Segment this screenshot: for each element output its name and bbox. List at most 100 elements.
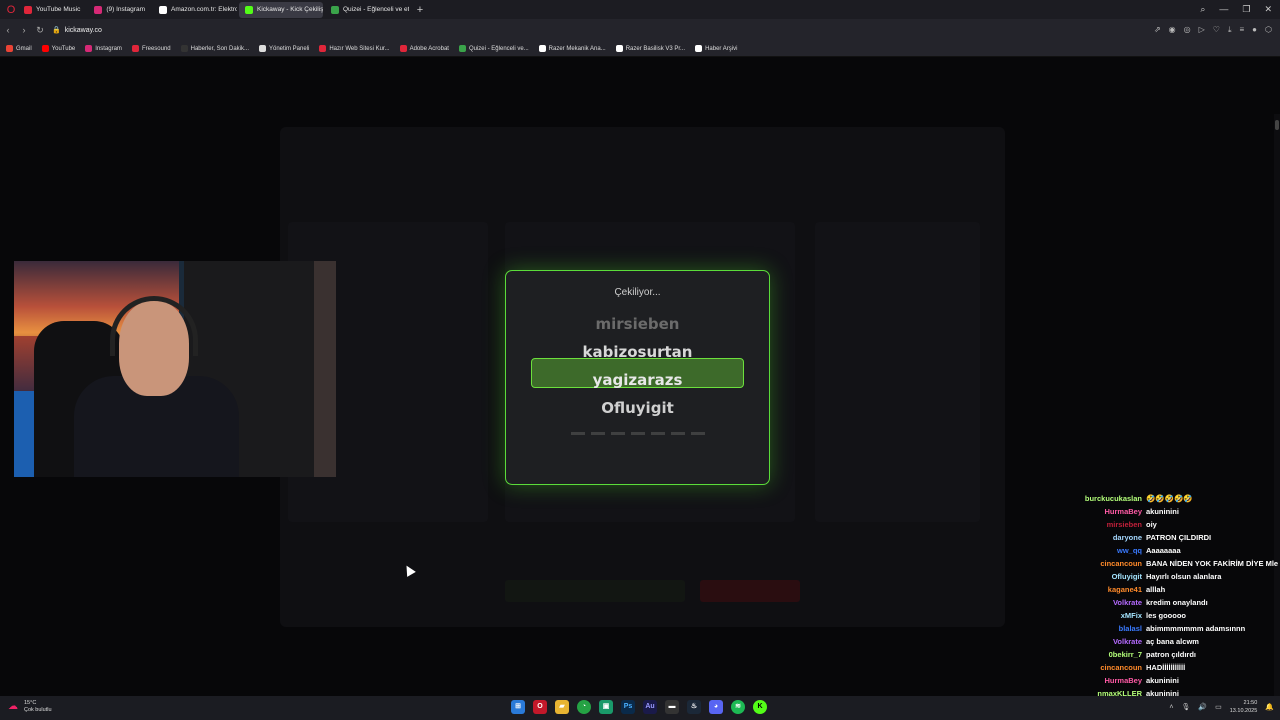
- chat-username: ww_qq: [1116, 546, 1142, 555]
- play-icon[interactable]: ▷: [1199, 25, 1205, 35]
- chevron-up-icon[interactable]: ˄: [1169, 704, 1173, 711]
- tab-label: Amazon.com.tr: Elektronik...: [170, 6, 237, 13]
- audition-icon[interactable]: Au: [643, 700, 657, 714]
- bookmark-favicon-icon: [6, 45, 13, 52]
- bookmark-item[interactable]: Yönetim Paneli: [258, 45, 310, 52]
- profile-icon[interactable]: ●: [1252, 25, 1257, 35]
- chat-text: akuninini: [1146, 507, 1179, 516]
- bookmark-item[interactable]: Haber Arşivi: [695, 45, 737, 52]
- photoshop-icon[interactable]: Ps: [621, 700, 635, 714]
- bookmark-item[interactable]: Razer Basilisk V3 Pr...: [615, 45, 686, 52]
- chat-message: cincancoun HADİİİİİİİİİİİ: [1072, 661, 1280, 674]
- chat-username: Volkrate: [1112, 637, 1142, 646]
- dimmed-reset-button: [700, 580, 800, 602]
- draw-name-selected: yagizarazs: [592, 371, 683, 389]
- weather-icon: ☁: [8, 701, 18, 712]
- bookmark-item[interactable]: Quizei - Eğlenceli ve...: [458, 45, 529, 52]
- bookmark-item[interactable]: YouTube: [41, 45, 75, 52]
- browser-tab[interactable]: Kickaway - Kick Çekiliş Ar...: [238, 1, 323, 18]
- chat-text: PATRON ÇILDIRDI: [1146, 533, 1212, 542]
- new-tab-icon[interactable]: +: [413, 3, 427, 17]
- chat-username: HurmaBey: [1104, 507, 1142, 516]
- bookmark-item[interactable]: Instagram: [85, 45, 122, 52]
- minimize-icon[interactable]: —: [1219, 4, 1228, 15]
- chat-username: blalasl: [1118, 624, 1142, 633]
- app-green-icon[interactable]: ▣: [599, 700, 613, 714]
- draw-name: mirsieben: [595, 315, 680, 333]
- browser-tab[interactable]: (9) Instagram: [88, 2, 151, 18]
- browser-tab[interactable]: YouTube Music: [18, 2, 86, 18]
- bookmark-item[interactable]: Gmail: [6, 45, 32, 52]
- weather-widget[interactable]: ☁ 15°C Çok bulutlu: [8, 700, 52, 714]
- bookmark-favicon-icon: [319, 45, 327, 52]
- menu-icon[interactable]: ≡: [1240, 25, 1245, 35]
- chat-message: daryone PATRON ÇILDIRDI: [1072, 531, 1280, 544]
- network-icon[interactable]: ▭: [1215, 703, 1222, 711]
- reload-icon[interactable]: ↻: [32, 25, 48, 36]
- chat-text: les gooooo: [1146, 611, 1186, 620]
- bookmark-label: Yönetim Paneli: [268, 45, 310, 52]
- back-icon[interactable]: ‹: [0, 25, 16, 35]
- share-icon[interactable]: ⇗: [1154, 25, 1161, 35]
- chat-message: HurmaBey akuninini: [1072, 674, 1280, 687]
- window-controls: ⌕ — ❐ ✕: [1200, 4, 1280, 15]
- microphone-icon[interactable]: 🎙: [1182, 703, 1191, 711]
- url-text: kickaway.co: [64, 26, 102, 34]
- chat-username: burckucukaslan: [1084, 494, 1142, 503]
- chat-username: cincancoun: [1100, 663, 1142, 672]
- kick-icon[interactable]: K: [753, 700, 767, 714]
- browser-tab[interactable]: Quizei - Eğlenceli ve etkile...: [325, 2, 409, 18]
- heart-icon[interactable]: ♡: [1213, 25, 1220, 35]
- opera-logo-icon[interactable]: O: [4, 3, 18, 17]
- scrollbar-thumb[interactable]: [1275, 120, 1279, 130]
- volume-icon[interactable]: 🔊: [1198, 703, 1207, 711]
- tab-label: Kickaway - Kick Çekiliş Ar...: [256, 6, 323, 13]
- lock-icon: 🔒: [52, 27, 61, 34]
- notification-icon[interactable]: 🔔: [1265, 703, 1274, 711]
- chat-username: daryone: [1112, 533, 1142, 542]
- chat-message: kagane41 alllah: [1072, 583, 1280, 596]
- app-dark-icon[interactable]: ▬: [665, 700, 679, 714]
- steam-icon[interactable]: ♨: [687, 700, 701, 714]
- spotify-icon[interactable]: ≋: [731, 700, 745, 714]
- close-icon[interactable]: ✕: [1264, 4, 1272, 15]
- camera-icon[interactable]: ◉: [1169, 25, 1176, 35]
- bookmark-label: Haberler, Son Dakik...: [190, 45, 249, 52]
- chat-text: oiy: [1146, 520, 1157, 529]
- bookmark-item[interactable]: Razer Mekanik Ana...: [538, 45, 606, 52]
- bookmark-item[interactable]: Freesound: [131, 45, 171, 52]
- chat-text: kredim onaylandı: [1146, 598, 1208, 607]
- whatsapp-icon[interactable]: ◔: [577, 700, 591, 714]
- chat-text: alllah: [1146, 585, 1166, 594]
- maximize-icon[interactable]: ❐: [1242, 4, 1250, 15]
- bookmarks-bar: Gmail YouTube Instagram Freesound Haberler, …: [0, 41, 1280, 57]
- forward-icon[interactable]: ›: [16, 25, 32, 35]
- search-icon[interactable]: ⌕: [1200, 4, 1205, 15]
- chat-username: Ofluyigit: [1111, 572, 1142, 581]
- url-field[interactable]: 🔒 kickaway.co: [52, 26, 102, 35]
- chat-message: 0bekirr_7 patron çıldırdı: [1072, 648, 1280, 661]
- browser-tab[interactable]: Amazon.com.tr: Elektronik...: [153, 2, 237, 18]
- extension-icon[interactable]: ⬡: [1265, 25, 1272, 35]
- vpn-icon[interactable]: ◎: [1184, 25, 1191, 35]
- clock[interactable]: 21:50 13.10.2025: [1230, 699, 1258, 715]
- bookmark-favicon-icon: [258, 45, 266, 52]
- bookmark-label: Razer Basilisk V3 Pr...: [625, 45, 686, 52]
- discord-icon[interactable]: ◕: [709, 700, 723, 714]
- bookmark-item[interactable]: Adobe Acrobat: [399, 45, 449, 52]
- door-frame: [314, 261, 336, 477]
- windows-taskbar: ☁ 15°C Çok bulutlu ⊞ O ▰ ◔ ▣ Ps Au ▬ ♨ ◕…: [0, 696, 1280, 720]
- file-explorer-icon[interactable]: ▰: [555, 700, 569, 714]
- weather-desc: Çok bulutlu: [24, 707, 52, 713]
- bookmark-item[interactable]: Hazır Web Sitesi Kur...: [319, 45, 390, 52]
- download-icon[interactable]: ⤓: [1228, 25, 1232, 35]
- tab-label: YouTube Music: [36, 6, 81, 13]
- taskbar-apps: ⊞ O ▰ ◔ ▣ Ps Au ▬ ♨ ◕ ≋ K: [511, 700, 767, 714]
- chat-username: 0bekirr_7: [1108, 650, 1142, 659]
- bookmark-item[interactable]: Haberler, Son Dakik...: [180, 45, 249, 52]
- windows-start-icon[interactable]: ⊞: [511, 700, 525, 714]
- bookmark-label: Razer Mekanik Ana...: [548, 45, 606, 52]
- opera-app-icon[interactable]: O: [533, 700, 547, 714]
- chat-message: mirsieben oiy: [1072, 518, 1280, 531]
- bookmark-favicon-icon: [615, 45, 623, 52]
